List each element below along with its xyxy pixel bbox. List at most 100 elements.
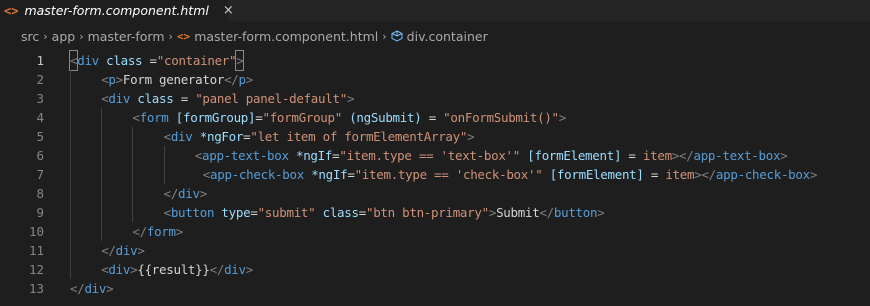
symbol-element-icon <box>391 30 403 42</box>
code-content: <p>Form generator</p> <box>70 70 253 89</box>
line-number: 3 <box>36 91 44 106</box>
code-line[interactable]: 9 <button type="submit" class="btn btn-pr… <box>0 203 870 222</box>
indent-guide <box>132 165 134 184</box>
code-content: <div class ="container"> <box>68 50 245 71</box>
indent-guide <box>70 146 71 165</box>
tab-bar: <> master-form.component.html × <box>0 0 870 21</box>
indent-guide <box>101 165 103 184</box>
indent-guide <box>163 146 165 165</box>
code-token-punc: > <box>199 186 208 201</box>
code-line[interactable]: 1 <div class ="container"> <box>0 50 870 71</box>
code-line[interactable]: 6 <app-text-box *ngIf="item.type == 'text… <box>0 146 870 165</box>
indent-guide <box>132 184 134 203</box>
code-token-tag: button <box>170 205 215 220</box>
code-token-punc: > <box>467 129 475 144</box>
code-token-tag: p <box>108 72 116 87</box>
code-content: </div> <box>70 241 145 260</box>
code-line[interactable]: 5 <div *ngFor="let item of formElementArr… <box>0 127 870 146</box>
indent-guide <box>132 146 134 165</box>
code-line[interactable]: 8 </div> <box>0 184 870 203</box>
line-number: 11 <box>28 243 44 258</box>
code-token-punc: </ <box>70 281 85 296</box>
code-token-eq: = <box>149 53 158 68</box>
line-number: 10 <box>28 224 44 239</box>
code-line[interactable]: 10 </form> <box>0 222 870 241</box>
code-token-punc: < <box>163 129 172 144</box>
code-token-attr: class <box>137 91 174 106</box>
code-line[interactable]: 3 <div class = "panel panel-default"> <box>0 89 870 108</box>
code-editor[interactable]: 1 <div class ="container"> 2 <p>Form genera… <box>0 50 870 306</box>
code-token-tag: div <box>178 186 200 201</box>
code-line[interactable]: 7 <app-check-box *ngIf="item.type == 'che… <box>0 165 870 184</box>
line-number: 6 <box>36 148 44 163</box>
code-token-attr: type <box>221 205 251 220</box>
line-number: 1 <box>36 53 44 68</box>
line-number: 8 <box>36 186 44 201</box>
code-token-punc: < <box>194 148 203 163</box>
code-line[interactable]: 13 </div> <box>0 279 870 298</box>
code-content: <app-text-box *ngIf="item.type == 'text-… <box>70 146 788 165</box>
code-token-punc: > <box>809 167 818 182</box>
breadcrumb-item-app[interactable]: app <box>52 29 76 44</box>
code-line[interactable]: 11 </div> <box>0 241 870 260</box>
close-icon[interactable]: × <box>223 3 234 18</box>
code-token-tag: div <box>84 281 107 296</box>
code-content: <button type="submit" class="btn btn-pri… <box>70 203 605 222</box>
code-token-attr: [formElement] <box>527 148 622 163</box>
code-token-tag: div <box>224 262 246 277</box>
code-token-punc: </ <box>539 205 554 220</box>
code-token-str: "item.type == 'text-box'" <box>339 148 521 163</box>
code-token-attr: (ngSubmit) <box>349 110 422 125</box>
code-line[interactable]: 4 <form [formGroup] = "formGroup" (ngSubmit… <box>0 108 870 127</box>
indent-guide <box>101 108 103 127</box>
code-token-punc: > <box>235 50 245 71</box>
code-token-str: "container" <box>156 53 237 68</box>
code-content: <div *ngFor="let item of formElementArra… <box>70 127 475 146</box>
code-token-tag: button <box>553 205 598 220</box>
code-token-tag: div <box>108 91 131 106</box>
code-token-punc: < <box>202 167 211 182</box>
code-token-punc: ></ <box>671 148 694 163</box>
indent-guide <box>70 260 71 279</box>
breadcrumb-item-src[interactable]: src <box>21 29 39 44</box>
line-number: 13 <box>28 281 44 296</box>
indent-guide <box>101 146 103 165</box>
code-token-text: Submit <box>496 205 540 220</box>
code-token-punc: > <box>137 243 145 258</box>
code-token-tag: app-check-box <box>210 167 304 182</box>
code-token-punc: > <box>245 262 254 277</box>
code-token-tag: app-check-box <box>715 167 810 182</box>
code-token-tag: div <box>77 53 99 68</box>
code-token-tag: app-text-box <box>202 148 289 163</box>
breadcrumb-item-master-form[interactable]: master-form <box>88 29 165 44</box>
chevron-right-icon: › <box>168 29 173 43</box>
code-token-str: "panel panel-default" <box>195 91 347 106</box>
code-token-eq: = <box>347 167 355 182</box>
breadcrumb-item-file[interactable]: master-form.component.html <box>194 29 378 44</box>
tab-master-form-component-html[interactable]: <> master-form.component.html × <box>0 0 234 21</box>
code-token-tag: p <box>238 72 247 87</box>
line-number: 4 <box>36 110 44 125</box>
breadcrumb-item-symbol[interactable]: div.container <box>407 29 488 44</box>
indent-guide <box>101 203 103 222</box>
code-token-eq: = <box>428 110 437 125</box>
code-content: </div> <box>70 279 114 298</box>
code-token-tag: div <box>115 243 138 258</box>
indent-guide <box>101 127 103 146</box>
code-token-attr: [formElement] <box>549 167 644 182</box>
code-line[interactable]: 12 <div>{{result}}</div> <box>0 260 870 279</box>
chevron-right-icon: › <box>382 29 387 43</box>
code-token-str: "formGroup" <box>262 110 342 125</box>
line-number: 2 <box>36 72 44 87</box>
code-token-punc: > <box>245 72 254 87</box>
code-token-text: Form generator <box>122 72 225 87</box>
code-line[interactable]: 2 <p>Form generator</p> <box>0 70 870 89</box>
code-token-attr: *ngIf <box>295 148 333 163</box>
line-number: 12 <box>28 262 44 277</box>
